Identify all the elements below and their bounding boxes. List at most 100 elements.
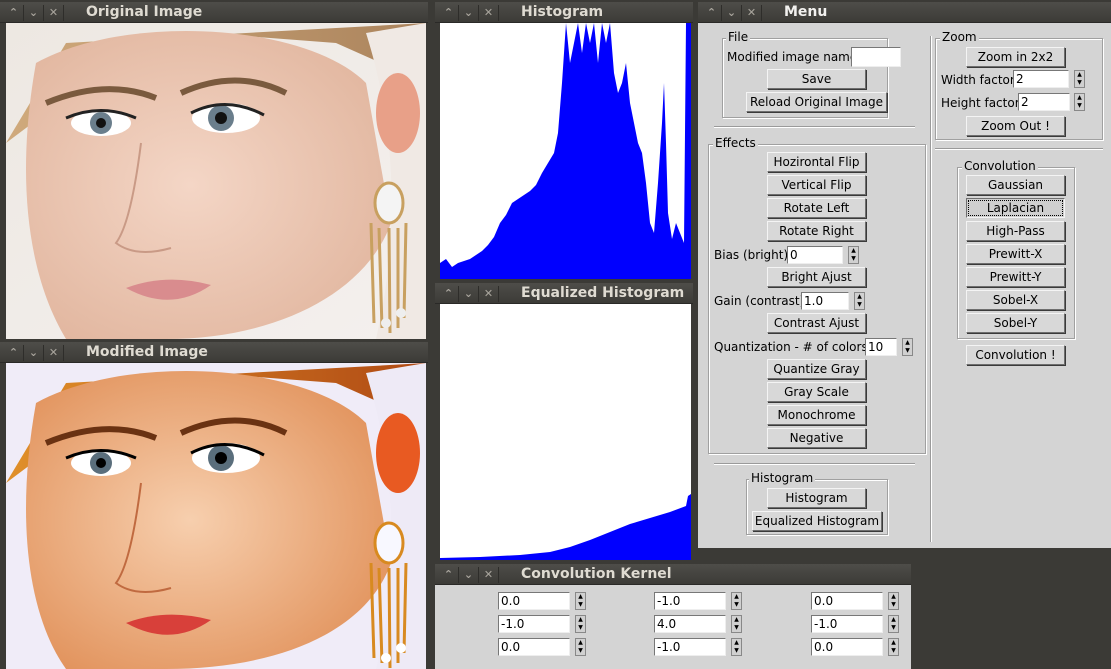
sobel-y-button[interactable]: Sobel-Y — [966, 313, 1065, 333]
down-arrow-icon[interactable]: ▼ — [889, 624, 898, 632]
high-pass-button[interactable]: High-Pass — [966, 221, 1065, 241]
quantization-stepper[interactable]: ▲ ▼ — [902, 338, 913, 356]
up-arrow-icon[interactable]: ▲ — [732, 616, 741, 624]
down-arrow-icon[interactable]: ▼ — [576, 624, 585, 632]
close-icon[interactable]: ✕ — [742, 4, 762, 21]
kernel-cell-stepper[interactable]: ▲ ▼ — [575, 592, 586, 610]
kernel-cell[interactable] — [654, 592, 726, 610]
minimize-icon[interactable]: ⌃ — [702, 4, 722, 21]
kernel-cell-stepper[interactable]: ▲ ▼ — [575, 615, 586, 633]
convolution-apply-button[interactable]: Convolution ! — [966, 345, 1065, 365]
maximize-icon[interactable]: ⌄ — [24, 4, 44, 21]
down-arrow-icon[interactable]: ▼ — [576, 601, 585, 609]
kernel-cell-stepper[interactable]: ▲ ▼ — [575, 638, 586, 656]
zoom-out-button[interactable]: Zoom Out ! — [966, 116, 1065, 136]
kernel-cell-stepper[interactable]: ▲ ▼ — [731, 638, 742, 656]
down-arrow-icon[interactable]: ▼ — [849, 255, 858, 263]
kernel-cell[interactable] — [498, 638, 570, 656]
quantization-input[interactable] — [865, 338, 897, 356]
vertical-flip-button[interactable]: Vertical Flip — [767, 175, 866, 195]
gain-stepper[interactable]: ▲ ▼ — [854, 292, 865, 310]
width-factor-input[interactable] — [1013, 70, 1069, 88]
save-button[interactable]: Save — [767, 69, 866, 89]
up-arrow-icon[interactable]: ▲ — [889, 593, 898, 601]
sobel-x-button[interactable]: Sobel-X — [966, 290, 1065, 310]
modified-name-input[interactable] — [851, 47, 901, 67]
down-arrow-icon[interactable]: ▼ — [1075, 79, 1084, 87]
close-icon[interactable]: ✕ — [479, 285, 499, 302]
minimize-icon[interactable]: ⌃ — [4, 4, 24, 21]
down-arrow-icon[interactable]: ▼ — [732, 647, 741, 655]
gaussian-button[interactable]: Gaussian — [966, 175, 1065, 195]
kernel-cell[interactable] — [811, 615, 883, 633]
kernel-cell-stepper[interactable]: ▲ ▼ — [888, 592, 899, 610]
quantize-gray-button[interactable]: Quantize Gray — [767, 359, 866, 379]
width-factor-stepper[interactable]: ▲ ▼ — [1074, 70, 1085, 88]
bias-input[interactable] — [787, 246, 843, 264]
original-image-titlebar[interactable]: ⌃ ⌄ ✕ Original Image — [0, 2, 428, 23]
up-arrow-icon[interactable]: ▲ — [576, 616, 585, 624]
down-arrow-icon[interactable]: ▼ — [889, 647, 898, 655]
gain-input[interactable] — [801, 292, 849, 310]
down-arrow-icon[interactable]: ▼ — [1075, 102, 1084, 110]
equalized-histogram-titlebar[interactable]: ⌃ ⌄ ✕ Equalized Histogram — [435, 283, 693, 304]
up-arrow-icon[interactable]: ▲ — [849, 247, 858, 255]
height-factor-input[interactable] — [1018, 93, 1070, 111]
menu-titlebar[interactable]: ⌃ ⌄ ✕ Menu — [698, 2, 1111, 23]
height-factor-stepper[interactable]: ▲ ▼ — [1074, 93, 1085, 111]
horizontal-flip-button[interactable]: Hozirontal Flip — [767, 152, 866, 172]
down-arrow-icon[interactable]: ▼ — [732, 601, 741, 609]
close-icon[interactable]: ✕ — [479, 4, 499, 21]
modified-image-titlebar[interactable]: ⌃ ⌄ ✕ Modified Image — [0, 342, 428, 363]
kernel-cell-stepper[interactable]: ▲ ▼ — [888, 615, 899, 633]
up-arrow-icon[interactable]: ▲ — [1075, 71, 1084, 79]
minimize-icon[interactable]: ⌃ — [439, 566, 459, 583]
gray-scale-button[interactable]: Gray Scale — [767, 382, 866, 402]
down-arrow-icon[interactable]: ▼ — [732, 624, 741, 632]
reload-original-button[interactable]: Reload Original Image — [746, 92, 887, 112]
kernel-cell[interactable] — [498, 615, 570, 633]
rotate-right-button[interactable]: Rotate Right — [767, 221, 866, 241]
bright-adjust-button[interactable]: Bright Ajust — [767, 267, 866, 287]
negative-button[interactable]: Negative — [767, 428, 866, 448]
up-arrow-icon[interactable]: ▲ — [732, 593, 741, 601]
up-arrow-icon[interactable]: ▲ — [576, 593, 585, 601]
up-arrow-icon[interactable]: ▲ — [732, 639, 741, 647]
down-arrow-icon[interactable]: ▼ — [855, 301, 864, 309]
histogram-titlebar[interactable]: ⌃ ⌄ ✕ Histogram — [435, 2, 693, 23]
bias-stepper[interactable]: ▲ ▼ — [848, 246, 859, 264]
up-arrow-icon[interactable]: ▲ — [889, 616, 898, 624]
close-icon[interactable]: ✕ — [479, 566, 499, 583]
down-arrow-icon[interactable]: ▼ — [889, 601, 898, 609]
minimize-icon[interactable]: ⌃ — [439, 285, 459, 302]
convolution-kernel-titlebar[interactable]: ⌃ ⌄ ✕ Convolution Kernel — [435, 564, 911, 585]
kernel-cell[interactable] — [498, 592, 570, 610]
up-arrow-icon[interactable]: ▲ — [576, 639, 585, 647]
maximize-icon[interactable]: ⌄ — [24, 344, 44, 361]
kernel-cell-stepper[interactable]: ▲ ▼ — [888, 638, 899, 656]
maximize-icon[interactable]: ⌄ — [459, 566, 479, 583]
histogram-button[interactable]: Histogram — [767, 488, 866, 508]
minimize-icon[interactable]: ⌃ — [4, 344, 24, 361]
kernel-cell-stepper[interactable]: ▲ ▼ — [731, 615, 742, 633]
close-icon[interactable]: ✕ — [44, 4, 64, 21]
prewitt-x-button[interactable]: Prewitt-X — [966, 244, 1065, 264]
up-arrow-icon[interactable]: ▲ — [1075, 94, 1084, 102]
prewitt-y-button[interactable]: Prewitt-Y — [966, 267, 1065, 287]
laplacian-button[interactable]: Laplacian — [966, 198, 1065, 218]
kernel-cell[interactable] — [811, 592, 883, 610]
up-arrow-icon[interactable]: ▲ — [889, 639, 898, 647]
down-arrow-icon[interactable]: ▼ — [903, 347, 912, 355]
maximize-icon[interactable]: ⌄ — [459, 285, 479, 302]
close-icon[interactable]: ✕ — [44, 344, 64, 361]
up-arrow-icon[interactable]: ▲ — [855, 293, 864, 301]
kernel-cell-stepper[interactable]: ▲ ▼ — [731, 592, 742, 610]
up-arrow-icon[interactable]: ▲ — [903, 339, 912, 347]
monochrome-button[interactable]: Monochrome — [767, 405, 866, 425]
maximize-icon[interactable]: ⌄ — [459, 4, 479, 21]
down-arrow-icon[interactable]: ▼ — [576, 647, 585, 655]
equalized-histogram-button[interactable]: Equalized Histogram — [752, 511, 882, 531]
kernel-cell[interactable] — [654, 615, 726, 633]
maximize-icon[interactable]: ⌄ — [722, 4, 742, 21]
contrast-adjust-button[interactable]: Contrast Ajust — [767, 313, 866, 333]
